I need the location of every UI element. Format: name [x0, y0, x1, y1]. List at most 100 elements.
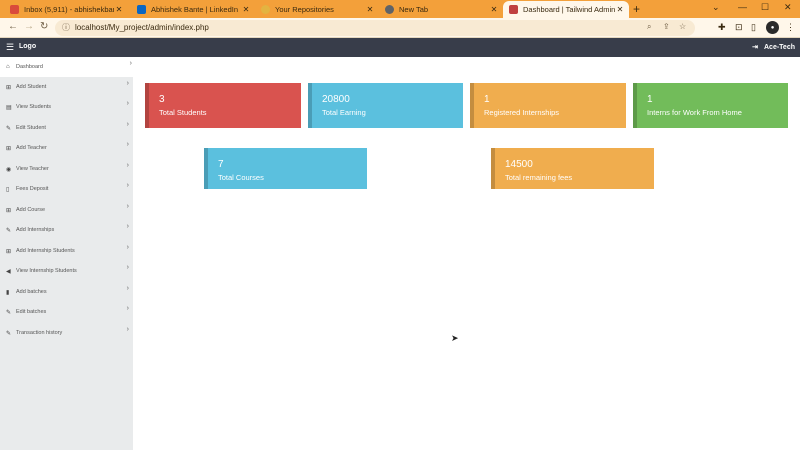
stat-value: 20800: [322, 94, 350, 105]
sidebar-item-add-internships[interactable]: ✎ Add Internships ›: [0, 220, 133, 240]
close-tab-icon[interactable]: ✕: [241, 5, 251, 14]
close-tab-icon[interactable]: ✕: [489, 5, 499, 14]
sidebar: ⌂ Dashboard › ⊞ Add Student › ▤ View Stu…: [0, 57, 136, 450]
sidebar-item-label: Dashboard: [16, 64, 43, 70]
close-tab-icon[interactable]: ✕: [114, 5, 124, 14]
minimize-icon[interactable]: —: [738, 2, 747, 12]
forward-icon[interactable]: →: [24, 21, 34, 32]
sidebar-item-label: Add Internship Students: [16, 248, 75, 254]
sidebar-item-edit-student[interactable]: ✎ Edit Student ›: [0, 118, 133, 138]
maximize-icon[interactable]: ☐: [761, 2, 769, 13]
tab-title: Your Repositories: [275, 5, 334, 14]
browser-tab-dashboard[interactable]: Dashboard | Tailwind Admin ✕: [503, 1, 629, 18]
chevron-right-icon: ›: [126, 141, 129, 148]
sidebar-item-label: Edit Student: [16, 125, 46, 131]
side-panel-icon[interactable]: ▯: [751, 22, 756, 33]
tab-title: Abhishek Bante | LinkedIn: [151, 5, 239, 14]
mouse-cursor-icon: ➤: [451, 333, 459, 343]
dashboard-icon: ⌂: [6, 64, 10, 70]
megaphone-icon: ◀: [6, 268, 11, 275]
close-tab-icon[interactable]: ✕: [365, 5, 375, 14]
sidebar-item-edit-batches[interactable]: ✎ Edit batches ›: [0, 302, 133, 322]
sidebar-item-label: Add Internships: [16, 227, 55, 233]
stat-value: 14500: [505, 159, 533, 170]
chevron-right-icon: ›: [126, 100, 129, 107]
reading-list-icon[interactable]: ⊡: [735, 22, 743, 33]
app-logo[interactable]: Logo: [19, 43, 36, 50]
zoom-icon[interactable]: ⌕: [647, 22, 651, 32]
chevron-right-icon: ›: [126, 80, 129, 87]
stat-card-registered-internships[interactable]: 1 Registered Internships: [470, 83, 626, 128]
stat-label: Registered Internships: [484, 108, 560, 117]
back-icon[interactable]: ←: [8, 21, 18, 32]
chevron-right-icon: ›: [126, 285, 129, 292]
address-bar[interactable]: ⓘ localhost/My_project/admin/index.php ⌕…: [55, 20, 695, 36]
browser-tab-repositories[interactable]: Your Repositories ✕: [255, 1, 379, 18]
sidebar-item-fees-deposit[interactable]: ▯ Fees Deposit ›: [0, 179, 133, 199]
reload-icon[interactable]: ↻: [40, 21, 48, 32]
tab-search-icon[interactable]: ⌄: [712, 2, 720, 13]
browser-toolbar: ← → ↻ ⓘ localhost/My_project/admin/index…: [0, 18, 800, 38]
list-icon: ▤: [6, 104, 12, 111]
chevron-right-icon: ›: [126, 182, 129, 189]
sidebar-item-label: Edit batches: [16, 309, 47, 315]
add-icon: ⊞: [6, 248, 12, 255]
file-icon: ▯: [6, 186, 10, 193]
browser-menu-icon[interactable]: ⋮: [786, 22, 795, 33]
stat-label: Total Students: [159, 108, 207, 117]
app-header: ☰ Logo ⇥ Ace-Tech: [0, 38, 800, 57]
stat-value: 1: [484, 94, 490, 105]
sidebar-item-view-internship-students[interactable]: ◀ View Internship Students ›: [0, 261, 133, 281]
bookmark-star-icon[interactable]: ☆: [679, 22, 686, 31]
sidebar-item-label: Transaction history: [16, 330, 63, 336]
chrome-icon: [385, 5, 394, 14]
chevron-right-icon: ›: [129, 60, 132, 67]
new-tab-button[interactable]: +: [633, 2, 640, 16]
browser-tab-gmail[interactable]: Inbox (5,911) - abhishekbante01@ ✕: [4, 1, 128, 18]
stat-value: 7: [218, 159, 224, 170]
extensions-icon[interactable]: ✚: [718, 22, 726, 33]
edit-icon: ✎: [6, 330, 12, 337]
sidebar-item-add-course[interactable]: ⊞ Add Course ›: [0, 200, 133, 220]
profile-avatar[interactable]: ●: [766, 21, 779, 34]
sidebar-item-transaction-history[interactable]: ✎ Transaction history ›: [0, 323, 133, 343]
sidebar-item-add-student[interactable]: ⊞ Add Student ›: [0, 77, 133, 97]
stat-card-remaining-fees[interactable]: 14500 Total remaining fees: [491, 148, 654, 189]
chevron-right-icon: ›: [126, 223, 129, 230]
close-tab-icon[interactable]: ✕: [615, 5, 625, 14]
dashboard-favicon-icon: [509, 5, 518, 14]
sidebar-item-add-teacher[interactable]: ⊞ Add Teacher ›: [0, 138, 133, 158]
chevron-right-icon: ›: [126, 244, 129, 251]
stat-label: Total Earning: [322, 108, 366, 117]
stat-card-total-students[interactable]: 3 Total Students: [145, 83, 301, 128]
stat-label: Interns for Work From Home: [647, 108, 742, 117]
sidebar-item-label: View Teacher: [16, 166, 49, 172]
stat-card-total-courses[interactable]: 7 Total Courses: [204, 148, 367, 189]
bookmark-icon: ▮: [6, 289, 10, 296]
browser-tab-new-tab[interactable]: New Tab ✕: [379, 1, 503, 18]
sidebar-item-view-teacher[interactable]: ◉ View Teacher ›: [0, 159, 133, 179]
sidebar-item-add-internship-students[interactable]: ⊞ Add Internship Students ›: [0, 241, 133, 261]
sidebar-item-view-students[interactable]: ▤ View Students ›: [0, 97, 133, 117]
add-icon: ⊞: [6, 84, 12, 91]
edit-icon: ✎: [6, 125, 12, 132]
sidebar-item-label: Add Student: [16, 84, 47, 90]
sidebar-item-dashboard[interactable]: ⌂ Dashboard ›: [0, 57, 136, 77]
stat-card-total-earning[interactable]: 20800 Total Earning: [308, 83, 463, 128]
sidebar-item-label: Add Teacher: [16, 145, 47, 151]
sidebar-item-add-batches[interactable]: ▮ Add batches ›: [0, 282, 133, 302]
browser-tab-linkedin[interactable]: Abhishek Bante | LinkedIn ✕: [131, 1, 255, 18]
site-info-icon[interactable]: ⓘ: [62, 22, 70, 33]
stat-card-interns-wfh[interactable]: 1 Interns for Work From Home: [633, 83, 788, 128]
logout-icon[interactable]: ⇥: [752, 43, 758, 51]
menu-toggle-icon[interactable]: ☰: [6, 42, 14, 53]
brand-area: ⇥ Ace-Tech: [752, 43, 795, 52]
tab-title: Dashboard | Tailwind Admin: [523, 5, 615, 14]
chevron-right-icon: ›: [126, 203, 129, 210]
sidebar-item-label: Add batches: [16, 289, 47, 295]
close-window-icon[interactable]: ✕: [784, 2, 792, 13]
chevron-right-icon: ›: [126, 121, 129, 128]
share-icon[interactable]: ⇪: [663, 22, 670, 31]
brand-name: Ace-Tech: [764, 43, 795, 51]
eye-icon: ◉: [6, 166, 12, 173]
